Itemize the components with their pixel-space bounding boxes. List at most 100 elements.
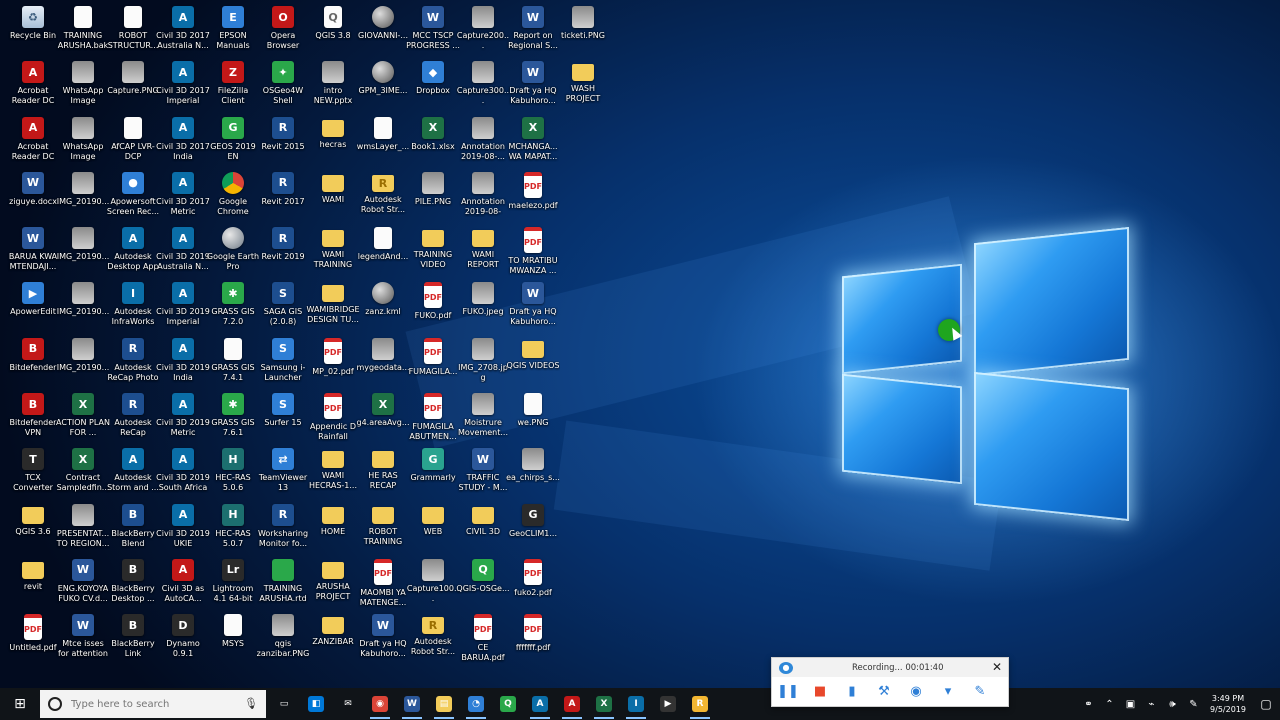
file-explorer-taskbar-button[interactable]: ▤ <box>428 688 460 720</box>
microphone-icon[interactable]: 🎙 <box>244 697 258 710</box>
desktop-icon[interactable]: QGIS VIDEOS <box>507 337 559 392</box>
desktop-icon[interactable]: R Autodesk Robot Str... <box>408 613 458 668</box>
action-center-icon[interactable]: ▢ <box>1252 697 1280 711</box>
desktop-icon[interactable]: B Bitdefender VPN <box>8 392 58 447</box>
task-view-taskbar-button[interactable]: ▭ <box>268 688 300 720</box>
desktop-icon[interactable]: WAMI <box>308 171 358 226</box>
desktop-icon[interactable]: CIVIL 3D <box>458 503 508 558</box>
desktop-icon[interactable]: A Civil 3D as AutoCA... <box>158 558 208 613</box>
desktop-icon[interactable]: PDF Untitled.pdf <box>8 613 58 668</box>
desktop-icon[interactable]: TRAINING ARUSHA.bak <box>58 5 108 60</box>
desktop-icon[interactable]: ZANZIBAR <box>308 613 358 668</box>
qgis-taskbar-button[interactable]: Q <box>492 688 524 720</box>
desktop-icon[interactable]: X Contract Sampledfin... <box>57 447 109 502</box>
people-icon[interactable]: ⚭ <box>1078 699 1099 710</box>
video-editor-taskbar-button[interactable]: ▶ <box>652 688 684 720</box>
desktop-icon[interactable]: O Opera Browser <box>258 5 308 60</box>
desktop-icon[interactable]: Google Chrome <box>208 171 258 226</box>
desktop-icon[interactable]: WEB <box>408 503 458 558</box>
desktop-icon[interactable]: A Acrobat Reader DC <box>8 60 58 115</box>
desktop-icon[interactable]: ROBOT TRAINING <box>358 503 408 558</box>
device-icon[interactable]: ▣ <box>1120 699 1141 710</box>
desktop-icon[interactable]: B Bitdefender <box>8 337 58 392</box>
desktop-icon[interactable]: T TCX Converter <box>8 447 58 502</box>
desktop-icon[interactable]: legendAnd... <box>358 226 408 281</box>
desktop-icon[interactable]: ● Apowersoft Screen Rec... <box>107 171 159 226</box>
desktop-icon[interactable]: IMG_2708.jpg <box>458 337 508 392</box>
desktop-icon[interactable]: A Civil 3D 2017 Australia N... <box>156 5 210 60</box>
desktop-icon[interactable]: zanz.kml <box>358 281 408 336</box>
desktop-icon[interactable]: TRAINING VIDEO <box>408 226 458 281</box>
desktop-icon[interactable]: A Civil 3D 2019 South Africa <box>156 447 210 502</box>
desktop-icon[interactable]: X Book1.xlsx <box>408 116 458 171</box>
audio-level-icon[interactable]: ▮ <box>842 682 862 700</box>
desktop-icon[interactable]: PDF maelezo.pdf <box>508 171 558 226</box>
desktop-icon[interactable]: AfCAP LVR-DCP <box>108 116 158 171</box>
desktop-icon[interactable]: S Samsung i-Launcher <box>258 337 308 392</box>
desktop-icon[interactable]: R Revit 2017 <box>258 171 308 226</box>
desktop-icon[interactable]: W Draft ya HQ Kabuhoro... <box>358 613 408 668</box>
desktop-icon[interactable]: Capture200... <box>457 5 509 60</box>
desktop-icon[interactable]: A Civil 3D 2017 India <box>156 116 210 171</box>
desktop-icon[interactable]: ea_chirps_s... <box>506 447 560 502</box>
desktop-icon[interactable]: Annotation 2019-08-10... <box>458 171 508 226</box>
desktop-icon[interactable]: intro NEW.pptx <box>308 60 358 115</box>
desktop-icon[interactable]: WAMI HECRAS-1... <box>308 447 358 502</box>
desktop-icon[interactable]: ARUSHA PROJECT <box>308 558 358 613</box>
mail-taskbar-button[interactable]: ✉ <box>332 688 364 720</box>
excel-taskbar-button[interactable]: X <box>588 688 620 720</box>
desktop-icon[interactable]: qgis zanzibar.PNG <box>257 613 309 668</box>
desktop-icon[interactable]: ◆ Dropbox <box>408 60 458 115</box>
desktop-icon[interactable]: W BARUA KWA MTENDAJI... <box>8 226 58 281</box>
store-taskbar-button[interactable]: ◧ <box>300 688 332 720</box>
desktop-icon[interactable]: B BlackBerry Link <box>108 613 158 668</box>
pause-button[interactable]: ❚❚ <box>777 682 799 700</box>
desktop-icon[interactable]: WAMI TRAINING <box>308 226 358 281</box>
infraworks-taskbar-button[interactable]: I <box>620 688 652 720</box>
desktop-icon[interactable]: H HEC-RAS 5.0.6 <box>208 447 258 502</box>
desktop-icon[interactable]: PDF FUKO.pdf <box>408 281 458 336</box>
desktop-icon[interactable]: A Autodesk Storm and ... <box>107 447 159 502</box>
start-button[interactable]: ⊞ <box>0 688 40 720</box>
desktop-icon[interactable]: Capture.PNG <box>107 60 159 115</box>
desktop-icon[interactable]: Lr Lightroom 4.1 64-bit <box>208 558 258 613</box>
desktop-icon[interactable]: A Civil 3D 2017 Imperial <box>156 60 210 115</box>
desktop-icon[interactable]: R Revit 2019 <box>258 226 308 281</box>
desktop-icon[interactable]: W ENG.KOYOYA FUKO CV.d... <box>58 558 108 613</box>
desktop-icon[interactable]: Wziguye.docx <box>8 171 58 226</box>
search-input[interactable] <box>69 697 243 711</box>
clock[interactable]: 3:49 PM 9/5/2019 <box>1204 693 1252 715</box>
robot-taskbar-button[interactable]: R <box>684 688 716 720</box>
desktop-icon[interactable]: WhatsApp Image 2018... <box>58 60 108 115</box>
desktop-icon[interactable]: ♻ Recycle Bin <box>8 5 58 60</box>
desktop-icon[interactable]: B BlackBerry Blend <box>108 503 158 558</box>
desktop-icon[interactable]: E EPSON Manuals <box>208 5 258 60</box>
desktop-icon[interactable]: Moistrure Movement... <box>458 392 508 447</box>
word-taskbar-button[interactable]: W <box>396 688 428 720</box>
network-icon[interactable]: ⌁ <box>1141 699 1162 710</box>
dropdown-icon[interactable]: ▾ <box>938 682 958 700</box>
desktop-icon[interactable]: PDF FUMAGILA... <box>408 337 458 392</box>
desktop-icon[interactable]: GIOVANNI-... <box>358 5 408 60</box>
desktop-icon[interactable]: G GEOS 2019 EN <box>208 116 258 171</box>
desktop-icon[interactable]: WAMIBRIDGE DESIGN TU... <box>306 281 360 336</box>
desktop-icon[interactable]: ticketi.PNG <box>558 5 608 60</box>
desktop-icon[interactable]: GPM_3IME... <box>358 60 408 115</box>
show-hidden-icons[interactable]: ⌃ <box>1099 699 1120 710</box>
desktop-icon[interactable]: Q QGIS 3.8 <box>308 5 358 60</box>
desktop-icon[interactable]: mygeodata... <box>356 337 410 392</box>
desktop-icon[interactable]: R Worksharing Monitor fo... <box>258 503 308 558</box>
desktop-icon[interactable]: PDF MAOMBI YA MATENGE... <box>358 558 408 613</box>
desktop-icon[interactable]: ✱ GRASS GIS 7.6.1 <box>208 392 258 447</box>
desktop-icon[interactable]: ▶ ApowerEdit <box>8 281 58 336</box>
desktop-icon[interactable]: S Surfer 15 <box>258 392 308 447</box>
desktop-icon[interactable]: HOME <box>308 503 358 558</box>
desktop-icon[interactable]: I Autodesk InfraWorks <box>108 281 158 336</box>
desktop-icon[interactable]: WMtce isses for attention of... <box>58 613 108 668</box>
desktop-icon[interactable]: A Autodesk Desktop App <box>107 226 159 281</box>
desktop-icon[interactable]: W Draft ya HQ Kabuhoro... <box>508 60 558 115</box>
desktop-icon[interactable]: X ACTION PLAN FOR ... <box>56 392 110 447</box>
desktop-icon[interactable]: WAMI REPORT <box>458 226 508 281</box>
desktop-icon[interactable]: A Acrobat Reader DC <box>8 116 58 171</box>
desktop-icon[interactable]: W MCC TSCP PROGRESS ... <box>406 5 460 60</box>
